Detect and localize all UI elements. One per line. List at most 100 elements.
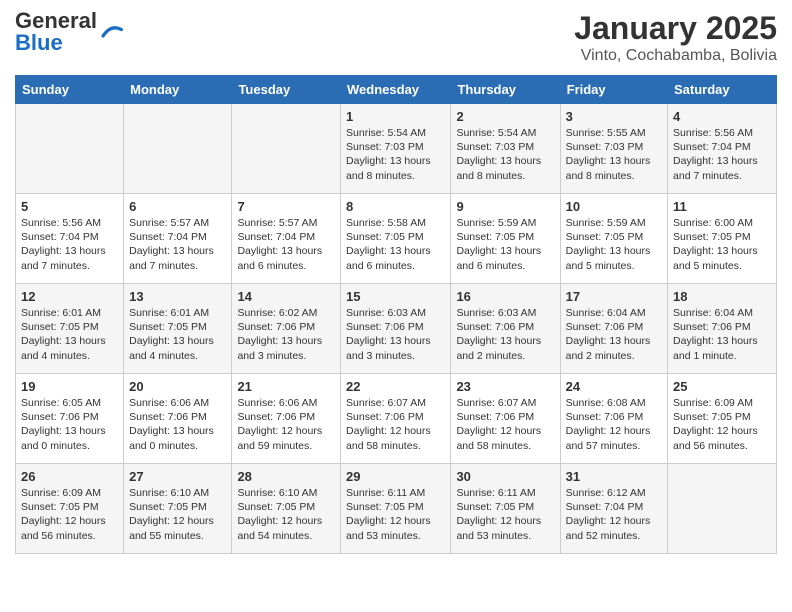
day-info: Sunrise: 6:10 AM Sunset: 7:05 PM Dayligh… [237, 486, 335, 543]
day-number: 2 [456, 109, 554, 124]
day-info: Sunrise: 6:06 AM Sunset: 7:06 PM Dayligh… [237, 396, 335, 453]
day-info: Sunrise: 5:59 AM Sunset: 7:05 PM Dayligh… [456, 216, 554, 273]
day-number: 5 [21, 199, 118, 214]
day-info: Sunrise: 6:01 AM Sunset: 7:05 PM Dayligh… [129, 306, 226, 363]
calendar-cell: 8 Sunrise: 5:58 AM Sunset: 7:05 PM Daylig… [341, 194, 451, 284]
calendar-cell: 20Sunrise: 6:06 AM Sunset: 7:06 PM Dayli… [124, 374, 232, 464]
day-info: Sunrise: 6:12 AM Sunset: 7:04 PM Dayligh… [566, 486, 662, 543]
day-number: 20 [129, 379, 226, 394]
logo-blue: Blue [15, 30, 63, 55]
calendar-cell: 21 Sunrise: 6:06 AM Sunset: 7:06 PM Dayli… [232, 374, 341, 464]
day-number: 23 [456, 379, 554, 394]
calendar-cell: 11Sunrise: 6:00 AM Sunset: 7:05 PM Dayli… [668, 194, 777, 284]
day-number: 4 [673, 109, 771, 124]
logo: General Blue [15, 10, 123, 54]
calendar-cell: 2 Sunrise: 5:54 AM Sunset: 7:03 PM Daylig… [451, 104, 560, 194]
day-info: Sunrise: 6:03 AM Sunset: 7:06 PM Dayligh… [346, 306, 445, 363]
calendar-cell: 23Sunrise: 6:07 AM Sunset: 7:06 PM Dayli… [451, 374, 560, 464]
day-number: 12 [21, 289, 118, 304]
day-number: 3 [566, 109, 662, 124]
day-info: Sunrise: 6:07 AM Sunset: 7:06 PM Dayligh… [346, 396, 445, 453]
calendar-cell: 16 Sunrise: 6:03 AM Sunset: 7:06 PM Dayli… [451, 284, 560, 374]
day-info: Sunrise: 6:03 AM Sunset: 7:06 PM Dayligh… [456, 306, 554, 363]
day-info: Sunrise: 6:02 AM Sunset: 7:06 PM Dayligh… [237, 306, 335, 363]
calendar-cell: 13 Sunrise: 6:01 AM Sunset: 7:05 PM Dayli… [124, 284, 232, 374]
day-number: 25 [673, 379, 771, 394]
day-number: 16 [456, 289, 554, 304]
calendar-cell: 19Sunrise: 6:05 AM Sunset: 7:06 PM Dayli… [16, 374, 124, 464]
day-number: 1 [346, 109, 445, 124]
title-block: January 2025 Vinto, Cochabamba, Bolivia [574, 10, 777, 65]
day-number: 26 [21, 469, 118, 484]
day-info: Sunrise: 5:59 AM Sunset: 7:05 PM Dayligh… [566, 216, 662, 273]
day-number: 31 [566, 469, 662, 484]
day-info: Sunrise: 5:58 AM Sunset: 7:05 PM Dayligh… [346, 216, 445, 273]
calendar-cell [668, 464, 777, 554]
day-number: 6 [129, 199, 226, 214]
calendar-cell: 22Sunrise: 6:07 AM Sunset: 7:06 PM Dayli… [341, 374, 451, 464]
day-info: Sunrise: 6:04 AM Sunset: 7:06 PM Dayligh… [673, 306, 771, 363]
calendar-cell: 12 Sunrise: 6:01 AM Sunset: 7:05 PM Dayli… [16, 284, 124, 374]
day-header-saturday: Saturday [668, 76, 777, 104]
day-info: Sunrise: 6:09 AM Sunset: 7:05 PM Dayligh… [673, 396, 771, 453]
calendar-cell: 5 Sunrise: 5:56 AM Sunset: 7:04 PM Daylig… [16, 194, 124, 284]
day-info: Sunrise: 5:54 AM Sunset: 7:03 PM Dayligh… [456, 126, 554, 183]
day-info: Sunrise: 6:08 AM Sunset: 7:06 PM Dayligh… [566, 396, 662, 453]
calendar-cell: 9 Sunrise: 5:59 AM Sunset: 7:05 PM Daylig… [451, 194, 560, 284]
calendar-cell: 3 Sunrise: 5:55 AM Sunset: 7:03 PM Daylig… [560, 104, 667, 194]
location: Vinto, Cochabamba, Bolivia [574, 47, 777, 65]
day-info: Sunrise: 6:11 AM Sunset: 7:05 PM Dayligh… [346, 486, 445, 543]
day-info: Sunrise: 6:00 AM Sunset: 7:05 PM Dayligh… [673, 216, 771, 273]
calendar-cell: 26Sunrise: 6:09 AM Sunset: 7:05 PM Dayli… [16, 464, 124, 554]
calendar-table: SundayMondayTuesdayWednesdayThursdayFrid… [15, 75, 777, 554]
day-number: 18 [673, 289, 771, 304]
day-number: 21 [237, 379, 335, 394]
calendar-cell: 31 Sunrise: 6:12 AM Sunset: 7:04 PM Dayli… [560, 464, 667, 554]
day-number: 9 [456, 199, 554, 214]
day-header-tuesday: Tuesday [232, 76, 341, 104]
calendar-cell: 17Sunrise: 6:04 AM Sunset: 7:06 PM Dayli… [560, 284, 667, 374]
day-info: Sunrise: 5:54 AM Sunset: 7:03 PM Dayligh… [346, 126, 445, 183]
day-number: 14 [237, 289, 335, 304]
day-info: Sunrise: 5:57 AM Sunset: 7:04 PM Dayligh… [237, 216, 335, 273]
day-number: 13 [129, 289, 226, 304]
days-header-row: SundayMondayTuesdayWednesdayThursdayFrid… [16, 76, 777, 104]
calendar-cell: 14 Sunrise: 6:02 AM Sunset: 7:06 PM Dayli… [232, 284, 341, 374]
logo-icon [99, 20, 123, 44]
day-info: Sunrise: 5:56 AM Sunset: 7:04 PM Dayligh… [673, 126, 771, 183]
day-header-sunday: Sunday [16, 76, 124, 104]
day-header-friday: Friday [560, 76, 667, 104]
day-info: Sunrise: 6:04 AM Sunset: 7:06 PM Dayligh… [566, 306, 662, 363]
day-number: 30 [456, 469, 554, 484]
day-number: 10 [566, 199, 662, 214]
day-header-wednesday: Wednesday [341, 76, 451, 104]
day-header-thursday: Thursday [451, 76, 560, 104]
day-info: Sunrise: 5:56 AM Sunset: 7:04 PM Dayligh… [21, 216, 118, 273]
day-number: 8 [346, 199, 445, 214]
header: General Blue January 2025 Vinto, Cochaba… [15, 10, 777, 65]
day-number: 24 [566, 379, 662, 394]
day-number: 15 [346, 289, 445, 304]
calendar-cell [232, 104, 341, 194]
day-info: Sunrise: 6:05 AM Sunset: 7:06 PM Dayligh… [21, 396, 118, 453]
calendar-cell: 30 Sunrise: 6:11 AM Sunset: 7:05 PM Dayli… [451, 464, 560, 554]
calendar-cell: 6Sunrise: 5:57 AM Sunset: 7:04 PM Daylig… [124, 194, 232, 284]
calendar-container: General Blue January 2025 Vinto, Cochaba… [0, 0, 792, 564]
calendar-week-2: 12 Sunrise: 6:01 AM Sunset: 7:05 PM Dayli… [16, 284, 777, 374]
calendar-week-1: 5 Sunrise: 5:56 AM Sunset: 7:04 PM Daylig… [16, 194, 777, 284]
calendar-cell: 10 Sunrise: 5:59 AM Sunset: 7:05 PM Dayli… [560, 194, 667, 284]
calendar-cell: 1 Sunrise: 5:54 AM Sunset: 7:03 PM Daylig… [341, 104, 451, 194]
calendar-cell: 15 Sunrise: 6:03 AM Sunset: 7:06 PM Dayli… [341, 284, 451, 374]
day-info: Sunrise: 6:11 AM Sunset: 7:05 PM Dayligh… [456, 486, 554, 543]
calendar-week-0: 1 Sunrise: 5:54 AM Sunset: 7:03 PM Daylig… [16, 104, 777, 194]
day-info: Sunrise: 6:01 AM Sunset: 7:05 PM Dayligh… [21, 306, 118, 363]
calendar-cell [124, 104, 232, 194]
day-info: Sunrise: 5:55 AM Sunset: 7:03 PM Dayligh… [566, 126, 662, 183]
day-header-monday: Monday [124, 76, 232, 104]
day-number: 28 [237, 469, 335, 484]
calendar-cell: 18 Sunrise: 6:04 AM Sunset: 7:06 PM Dayli… [668, 284, 777, 374]
calendar-cell: 27Sunrise: 6:10 AM Sunset: 7:05 PM Dayli… [124, 464, 232, 554]
calendar-cell: 28 Sunrise: 6:10 AM Sunset: 7:05 PM Dayli… [232, 464, 341, 554]
day-info: Sunrise: 6:10 AM Sunset: 7:05 PM Dayligh… [129, 486, 226, 543]
calendar-cell: 7Sunrise: 5:57 AM Sunset: 7:04 PM Daylig… [232, 194, 341, 284]
